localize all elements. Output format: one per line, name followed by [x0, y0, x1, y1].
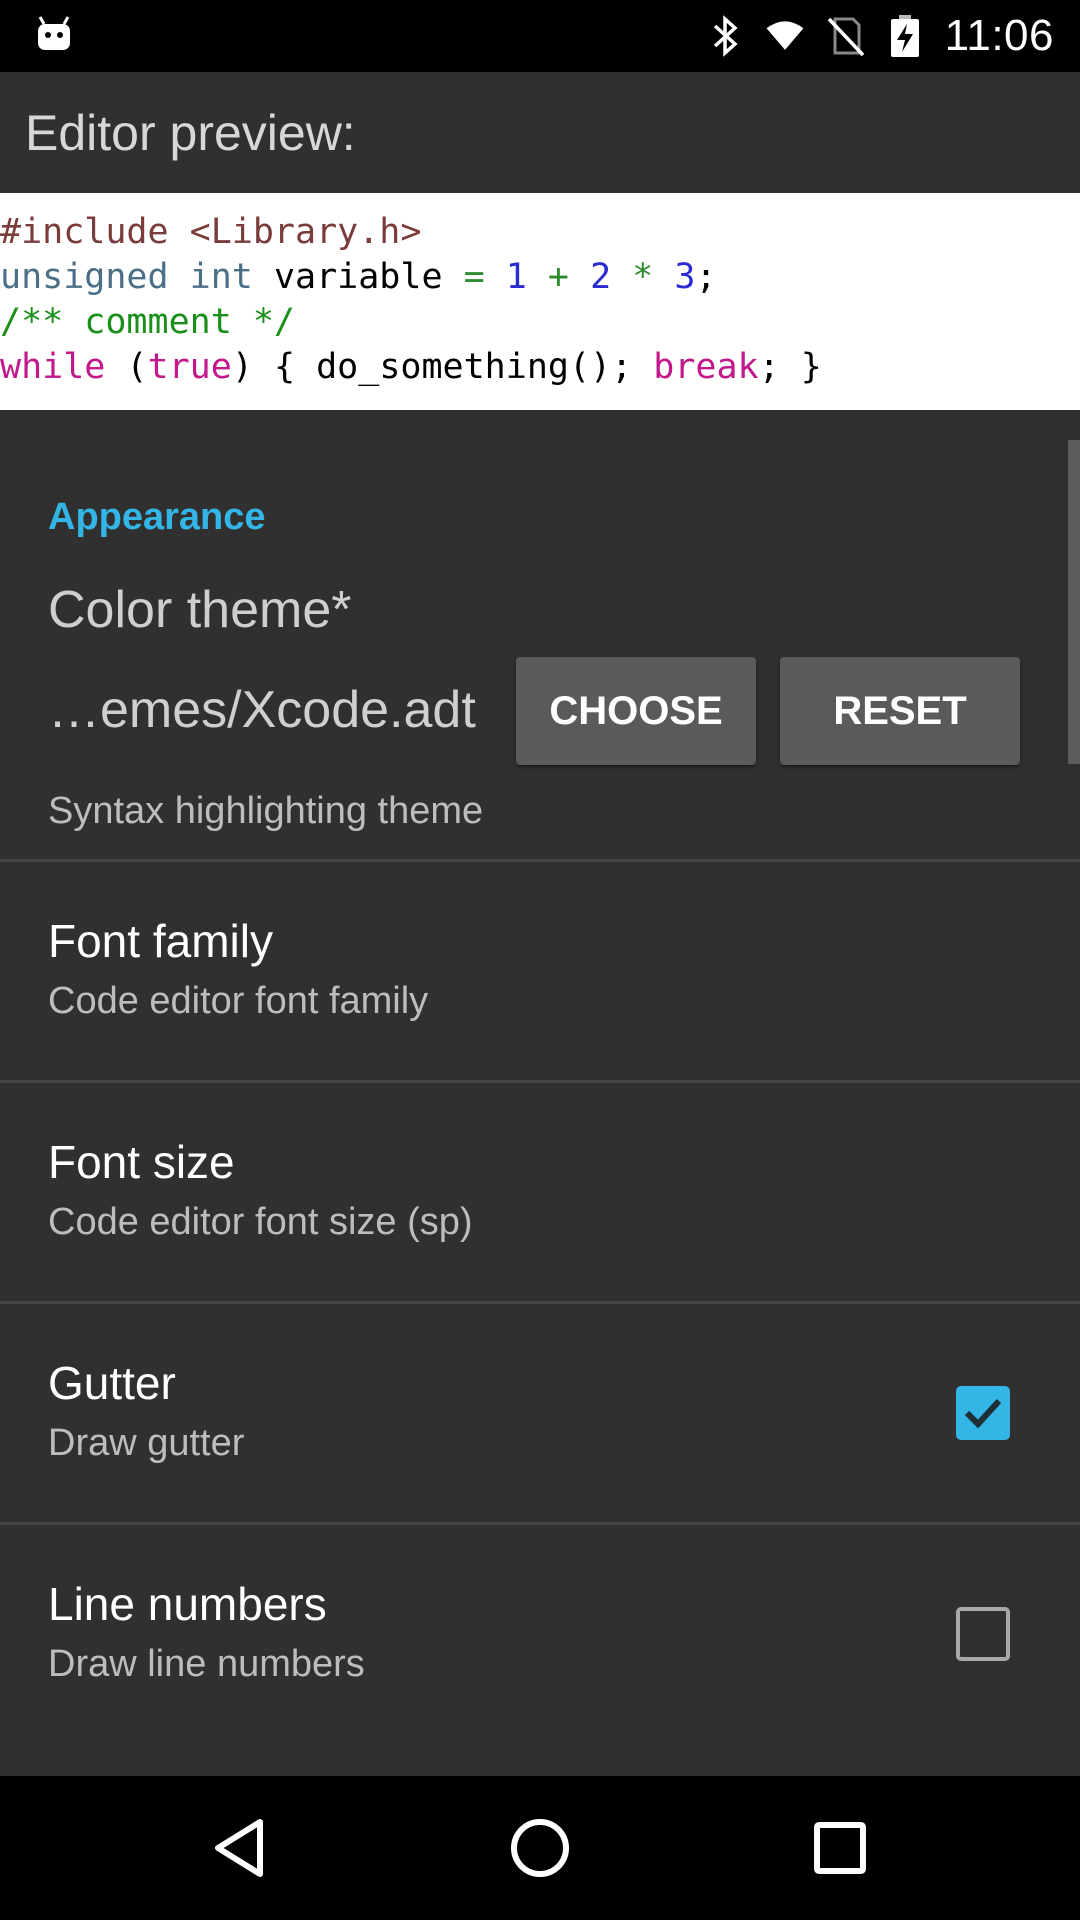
- code-preview: #include <Library.h> unsigned int variabl…: [0, 193, 1080, 410]
- pref-summary: Draw line numbers: [48, 1643, 365, 1685]
- pref-summary: Code editor font size (sp): [48, 1201, 473, 1243]
- code-token: break: [653, 347, 759, 387]
- pref-title: Font family: [48, 915, 273, 967]
- code-token: =: [463, 257, 485, 297]
- line-numbers-checkbox[interactable]: [956, 1607, 1010, 1661]
- color-theme-path: …emes/Xcode.adt: [48, 681, 476, 739]
- code-token: ) { do_something();: [231, 347, 654, 387]
- android-icon: [34, 14, 74, 54]
- checkmark-icon: [964, 1398, 1002, 1429]
- code-token: #include <Library.h>: [0, 212, 422, 252]
- gutter-checkbox[interactable]: [956, 1386, 1010, 1440]
- pref-gutter[interactable]: Gutter Draw gutter: [0, 1304, 1080, 1522]
- code-token: unsigned int: [0, 257, 253, 297]
- pref-line-numbers[interactable]: Line numbers Draw line numbers: [0, 1525, 1080, 1743]
- battery-charging-icon: [885, 14, 925, 58]
- status-time: 11:06: [944, 11, 1054, 60]
- status-bar: 11:06: [0, 0, 1080, 72]
- settings-list[interactable]: Appearance Color theme* …emes/Xcode.adt …: [0, 410, 1080, 1776]
- code-token: /** comment */: [0, 302, 296, 342]
- code-token: ;: [695, 257, 717, 297]
- pref-summary: Code editor font family: [48, 980, 429, 1022]
- code-token: variable: [252, 257, 464, 297]
- back-icon[interactable]: [198, 1806, 282, 1890]
- reset-button[interactable]: RESET: [780, 657, 1020, 765]
- color-theme-summary: Syntax highlighting theme: [48, 790, 484, 832]
- preview-header: Editor preview:: [0, 72, 1080, 193]
- pref-title: Gutter: [48, 1357, 176, 1409]
- bluetooth-icon: [705, 14, 745, 58]
- code-token: 1: [505, 257, 527, 297]
- pref-summary: Draw gutter: [48, 1422, 245, 1464]
- code-token: *: [632, 257, 654, 297]
- wifi-icon: [765, 14, 805, 58]
- code-token: (: [105, 347, 148, 387]
- pref-title: Line numbers: [48, 1578, 327, 1630]
- code-token: while: [0, 347, 106, 387]
- code-token: +: [547, 257, 569, 297]
- no-sim-icon: [825, 14, 865, 58]
- home-icon[interactable]: [498, 1806, 582, 1890]
- code-token: 2: [590, 257, 612, 297]
- code-token: true: [147, 347, 232, 387]
- category-appearance: Appearance: [48, 496, 266, 538]
- recents-icon[interactable]: [798, 1806, 882, 1890]
- code-line: /** comment */: [0, 300, 1080, 345]
- scrollbar[interactable]: [1068, 440, 1080, 764]
- choose-button[interactable]: CHOOSE: [516, 657, 756, 765]
- pref-font-size[interactable]: Font size Code editor font size (sp): [0, 1083, 1080, 1301]
- code-token: ; }: [758, 347, 822, 387]
- pref-title: Font size: [48, 1136, 235, 1188]
- code-token: 3: [674, 257, 696, 297]
- code-line: while (true) { do_something(); break; }: [0, 345, 1080, 390]
- pref-font-family[interactable]: Font family Code editor font family: [0, 862, 1080, 1080]
- color-theme-title: Color theme*: [48, 581, 352, 639]
- nav-bar: [0, 1776, 1080, 1920]
- code-line: unsigned int variable = 1 + 2 * 3;: [0, 255, 1080, 300]
- preview-title: Editor preview:: [25, 105, 356, 161]
- code-line: #include <Library.h>: [0, 210, 1080, 255]
